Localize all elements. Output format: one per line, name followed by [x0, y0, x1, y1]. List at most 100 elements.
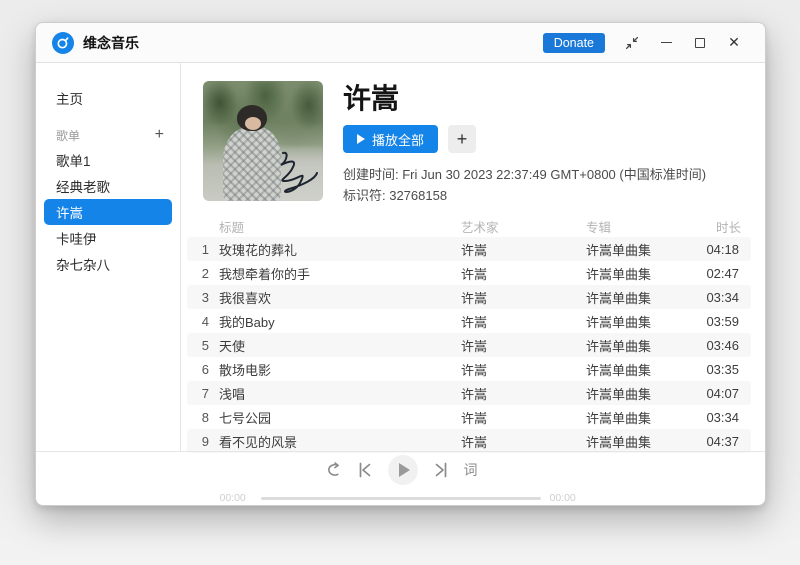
sidebar-playlist-item[interactable]: 许嵩 — [44, 199, 172, 225]
next-track-icon[interactable] — [434, 462, 448, 478]
track-number: 9 — [201, 433, 209, 449]
table-row[interactable]: 1 玫瑰花的葬礼 许嵩 许嵩单曲集 04:18 — [187, 237, 751, 261]
play-all-label: 播放全部 — [372, 132, 425, 148]
playlist-meta: 创建时间: Fri Jun 30 2023 22:37:49 GMT+0800 … — [343, 165, 706, 207]
track-number: 6 — [201, 361, 209, 377]
track-duration: 03:59 — [706, 313, 739, 329]
track-number: 4 — [201, 313, 209, 329]
close-button[interactable]: ✕ — [717, 30, 751, 56]
titlebar: 维念音乐 Donate ✕ — [36, 23, 765, 63]
track-album: 许嵩单曲集 — [586, 410, 652, 426]
app-window: 维念音乐 Donate ✕ 主页 歌单 + 歌单1 经典老歌 许嵩 卡哇伊 杂七… — [35, 22, 766, 506]
table-header: 标题 艺术家 专辑 时长 — [187, 215, 751, 237]
album-art-signature — [280, 151, 318, 193]
track-artist: 许嵩 — [461, 242, 488, 258]
app-logo-icon — [52, 31, 74, 54]
track-title: 玫瑰花的葬礼 — [219, 242, 298, 258]
track-number: 1 — [201, 241, 209, 257]
donate-button[interactable]: Donate — [542, 32, 605, 53]
track-duration: 03:34 — [706, 409, 739, 425]
sidebar-playlist-item[interactable]: 卡哇伊 — [44, 225, 172, 251]
track-number: 8 — [201, 409, 209, 425]
track-duration: 04:37 — [706, 433, 739, 449]
column-title: 标题 — [219, 220, 245, 235]
track-artist: 许嵩 — [461, 410, 488, 426]
track-artist: 许嵩 — [461, 338, 488, 354]
track-title: 散场电影 — [219, 362, 272, 378]
track-number: 7 — [201, 385, 209, 401]
maximize-button[interactable] — [683, 30, 717, 56]
sidebar-item-home[interactable]: 主页 — [44, 85, 172, 111]
app-title: 维念音乐 — [83, 34, 139, 51]
table-row[interactable]: 2 我想牵着你的手 许嵩 许嵩单曲集 02:47 — [187, 261, 751, 285]
column-duration: 时长 — [715, 220, 741, 235]
previous-track-icon[interactable] — [358, 462, 372, 478]
playlists-section-label: 歌单 — [56, 128, 81, 143]
track-rows: 1 玫瑰花的葬礼 许嵩 许嵩单曲集 04:18 2 我想牵着你的手 许嵩 许嵩单… — [187, 237, 751, 453]
table-row[interactable]: 9 看不见的风景 许嵩 许嵩单曲集 04:37 — [187, 429, 751, 453]
track-artist: 许嵩 — [461, 266, 488, 282]
progress-row: 00:00 00:00 — [220, 492, 582, 504]
track-title: 看不见的风景 — [219, 434, 298, 450]
play-all-button[interactable]: 播放全部 — [343, 125, 439, 154]
main-content: 许嵩 播放全部 + 创建时间: Fri Jun 30 2023 22:37:49… — [181, 63, 765, 453]
table-row[interactable]: 3 我很喜欢 许嵩 许嵩单曲集 03:34 — [187, 285, 751, 309]
playlist-title: 许嵩 — [343, 83, 400, 114]
created-time: 创建时间: Fri Jun 30 2023 22:37:49 GMT+0800 … — [343, 167, 707, 183]
track-duration: 02:47 — [706, 265, 739, 281]
play-icon — [357, 134, 365, 145]
lyrics-button[interactable]: 词 — [464, 460, 478, 480]
table-row[interactable]: 4 我的Baby 许嵩 许嵩单曲集 03:59 — [187, 309, 751, 333]
sidebar-playlist-item[interactable]: 杂七杂八 — [44, 251, 172, 277]
desktop-background: 维念音乐 Donate ✕ 主页 歌单 + 歌单1 经典老歌 许嵩 卡哇伊 杂七… — [0, 0, 800, 565]
sidebar-playlist-item[interactable]: 歌单1 — [44, 147, 172, 173]
track-title: 我想牵着你的手 — [219, 266, 311, 282]
sidebar-playlists-section: 歌单 + — [44, 123, 172, 147]
track-album: 许嵩单曲集 — [586, 242, 652, 258]
track-artist: 许嵩 — [461, 434, 488, 450]
playlist-id: 标识符: 32768158 — [343, 187, 448, 203]
track-album: 许嵩单曲集 — [586, 314, 652, 330]
table-row[interactable]: 5 天使 许嵩 许嵩单曲集 03:46 — [187, 333, 751, 357]
play-triangle-icon — [398, 463, 410, 477]
play-pause-button[interactable] — [387, 455, 418, 485]
add-playlist-button[interactable]: + — [153, 127, 166, 143]
minimize-button[interactable] — [649, 30, 683, 56]
track-title: 我的Baby — [219, 314, 275, 330]
track-duration: 04:18 — [706, 241, 739, 257]
player-bar: 词 00:00 00:00 — [36, 451, 765, 505]
playlist-header: 许嵩 播放全部 + 创建时间: Fri Jun 30 2023 22:37:49… — [181, 63, 765, 215]
progress-slider[interactable] — [260, 496, 541, 500]
sidebar-playlist-label: 卡哇伊 — [56, 232, 97, 247]
sidebar-playlist-item[interactable]: 经典老歌 — [44, 173, 172, 199]
column-artist: 艺术家 — [461, 220, 499, 235]
sidebar-playlist-label: 杂七杂八 — [56, 258, 110, 273]
sidebar-home-label: 主页 — [56, 92, 83, 107]
album-art-face — [245, 117, 261, 130]
table-row[interactable]: 7 浅唱 许嵩 许嵩单曲集 04:07 — [187, 381, 751, 405]
track-number: 2 — [201, 265, 209, 281]
track-title: 天使 — [219, 338, 246, 354]
track-duration: 03:34 — [706, 289, 739, 305]
column-album: 专辑 — [586, 220, 612, 235]
sidebar-playlist-list: 歌单1 经典老歌 许嵩 卡哇伊 杂七杂八 — [44, 147, 172, 277]
track-title: 七号公园 — [219, 410, 272, 426]
table-row[interactable]: 6 散场电影 许嵩 许嵩单曲集 03:35 — [187, 357, 751, 381]
track-number: 5 — [201, 337, 209, 353]
sidebar: 主页 歌单 + 歌单1 经典老歌 许嵩 卡哇伊 杂七杂八 — [36, 63, 181, 451]
repeat-icon[interactable] — [324, 462, 342, 478]
mini-player-icon[interactable] — [615, 30, 649, 56]
current-time: 00:00 — [219, 492, 246, 504]
track-artist: 许嵩 — [461, 290, 488, 306]
track-album: 许嵩单曲集 — [586, 434, 652, 450]
track-artist: 许嵩 — [461, 386, 488, 402]
track-artist: 许嵩 — [461, 314, 488, 330]
sidebar-playlist-label: 经典老歌 — [56, 180, 110, 195]
track-title: 我很喜欢 — [219, 290, 272, 306]
track-album: 许嵩单曲集 — [586, 266, 652, 282]
album-art — [203, 81, 323, 201]
table-row[interactable]: 8 七号公园 许嵩 许嵩单曲集 03:34 — [187, 405, 751, 429]
add-track-button[interactable]: + — [448, 125, 477, 154]
track-artist: 许嵩 — [461, 362, 488, 378]
track-number: 3 — [201, 289, 209, 305]
